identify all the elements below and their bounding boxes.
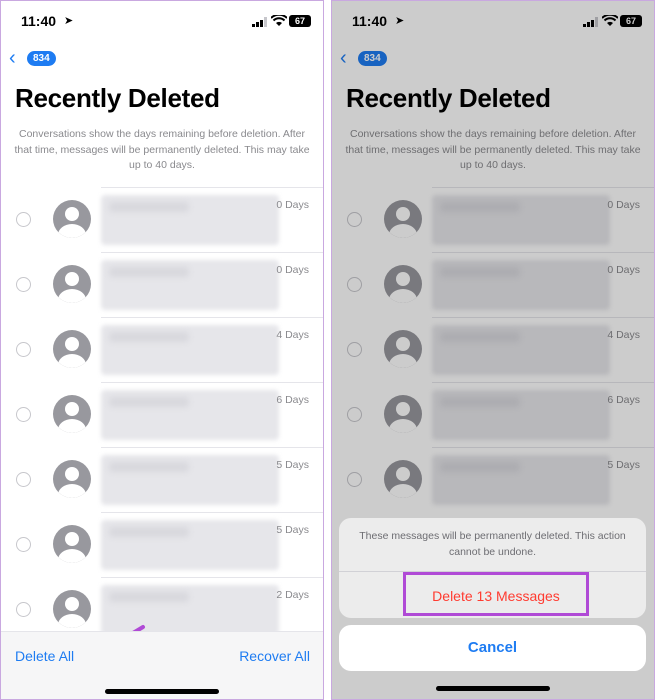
blurred-contact-name <box>109 462 189 472</box>
unread-count-badge: 834 <box>27 51 56 66</box>
signal-icon <box>252 17 267 27</box>
blurred-contact-name <box>109 397 189 407</box>
recover-all-button[interactable]: Recover All <box>239 648 310 664</box>
days-remaining: 0 Days <box>276 199 309 211</box>
select-radio[interactable] <box>16 407 31 422</box>
select-radio[interactable] <box>16 602 31 617</box>
row-divider <box>101 252 323 253</box>
blurred-contact-name <box>109 592 189 602</box>
cancel-label: Cancel <box>467 639 518 656</box>
select-radio[interactable] <box>16 277 31 292</box>
select-radio[interactable] <box>16 472 31 487</box>
days-remaining: 4 Days <box>276 329 309 341</box>
select-radio[interactable] <box>16 342 31 357</box>
avatar-icon <box>53 200 91 238</box>
left-screen: 11:40 ➤ 67 ‹ 834 Recently Deleted Conver… <box>0 0 324 700</box>
row-divider <box>101 447 323 448</box>
days-remaining: 0 Days <box>276 264 309 276</box>
row-divider <box>101 317 323 318</box>
row-divider <box>101 577 323 578</box>
wifi-icon <box>271 15 287 26</box>
blurred-contact-name <box>109 202 189 212</box>
avatar-icon <box>53 460 91 498</box>
avatar-icon <box>53 525 91 563</box>
select-radio[interactable] <box>16 537 31 552</box>
select-radio[interactable] <box>16 212 31 227</box>
delete-confirmation-sheet: These messages will be permanently delet… <box>339 518 646 618</box>
avatar-icon <box>53 395 91 433</box>
page-title: Recently Deleted <box>15 83 220 113</box>
blurred-contact-name <box>109 527 189 537</box>
right-screen: 11:40 ➤ 67 ‹ 834 Recently Deleted Conver… <box>331 0 655 700</box>
status-time: 11:40 <box>21 13 57 29</box>
home-indicator <box>105 689 219 694</box>
cancel-button[interactable]: Cancel <box>339 625 646 671</box>
conversation-row[interactable]: 5 Days <box>1 512 323 577</box>
conversation-row[interactable]: 6 Days <box>1 382 323 447</box>
row-divider <box>101 512 323 513</box>
conversation-row[interactable]: 5 Days <box>1 447 323 512</box>
sheet-message: These messages will be permanently delet… <box>359 530 626 558</box>
days-remaining: 2 Days <box>276 589 309 601</box>
days-remaining: 6 Days <box>276 394 309 406</box>
status-bar: 11:40 ➤ 67 <box>1 13 323 33</box>
home-indicator <box>436 686 550 691</box>
avatar-icon <box>53 265 91 303</box>
bottom-toolbar: Delete All Recover All <box>1 631 323 699</box>
battery-indicator: 67 <box>289 15 311 27</box>
avatar-icon <box>53 330 91 368</box>
chevron-left-icon: ‹ <box>9 47 16 69</box>
days-remaining: 5 Days <box>276 524 309 536</box>
delete-all-button[interactable]: Delete All <box>15 648 74 664</box>
location-icon: ➤ <box>64 15 74 27</box>
page-description: Conversations show the days remaining be… <box>14 128 310 171</box>
conversation-row[interactable]: 4 Days <box>1 317 323 382</box>
row-divider <box>101 382 323 383</box>
conversation-row[interactable]: 0 Days <box>1 252 323 317</box>
delete-messages-button[interactable]: Delete 13 Messages <box>403 572 589 616</box>
delete-messages-label: Delete 13 Messages <box>432 588 560 604</box>
conversation-row[interactable]: 0 Days <box>1 187 323 252</box>
panel-separator <box>324 0 331 700</box>
row-divider <box>101 187 323 188</box>
days-remaining: 5 Days <box>276 459 309 471</box>
blurred-contact-name <box>109 332 189 342</box>
blurred-contact-name <box>109 267 189 277</box>
